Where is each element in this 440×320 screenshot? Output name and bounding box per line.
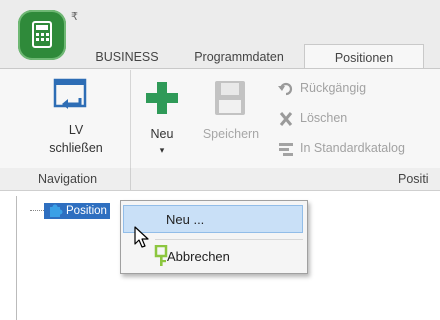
lv-close-button[interactable]: LV schließen <box>36 76 116 162</box>
group-separator <box>130 168 131 190</box>
undo-icon <box>278 82 293 95</box>
undo-button[interactable]: Rückgängig <box>278 79 366 97</box>
delete-label: Löschen <box>300 111 348 125</box>
tab-programmdaten[interactable]: Programmdaten <box>186 44 292 68</box>
tree-connector-line <box>30 210 44 211</box>
new-label: Neu <box>150 127 174 141</box>
save-button[interactable]: Speichern <box>196 76 266 162</box>
floppy-disk-icon <box>215 81 245 115</box>
standard-catalog-button[interactable]: In Standardkatalog <box>278 139 405 157</box>
menu-item-cancel-label: Abbrechen <box>167 249 230 264</box>
menu-item-new-label: Neu ... <box>166 212 205 227</box>
application-menu-button[interactable] <box>18 10 66 60</box>
puzzle-piece-icon <box>50 204 63 217</box>
menu-separator <box>155 239 303 240</box>
ribbon-group-bar: Navigation Positi <box>0 168 440 191</box>
ribbon-tabs: BUSINESS Programmdaten Positionen <box>0 44 440 69</box>
mouse-cursor-icon <box>134 226 149 248</box>
standard-catalog-label: In Standardkatalog <box>300 141 405 155</box>
quick-access-dropdown[interactable]: ₹ <box>71 10 78 23</box>
new-dropdown-arrow[interactable]: ▾ <box>140 142 184 158</box>
catalog-icon <box>279 142 293 156</box>
tab-business[interactable]: BUSINESS <box>88 44 166 68</box>
tab-positionen[interactable]: Positionen <box>304 44 424 69</box>
save-label: Speichern <box>202 127 260 141</box>
title-bar <box>0 0 440 44</box>
plus-icon <box>146 82 178 114</box>
group-label-navigation: Navigation <box>38 172 98 186</box>
delete-button[interactable]: Löschen <box>278 109 347 127</box>
lv-close-icon <box>53 78 87 109</box>
group-label-positions: Positi <box>398 172 429 186</box>
lv-close-label-line2: schließen <box>49 141 103 155</box>
lv-close-label-line1: LV <box>68 123 84 137</box>
new-button[interactable]: Neu ▾ <box>140 76 184 162</box>
delete-x-icon <box>279 111 293 126</box>
undo-label: Rückgängig <box>300 81 367 95</box>
calculator-icon <box>32 21 52 48</box>
